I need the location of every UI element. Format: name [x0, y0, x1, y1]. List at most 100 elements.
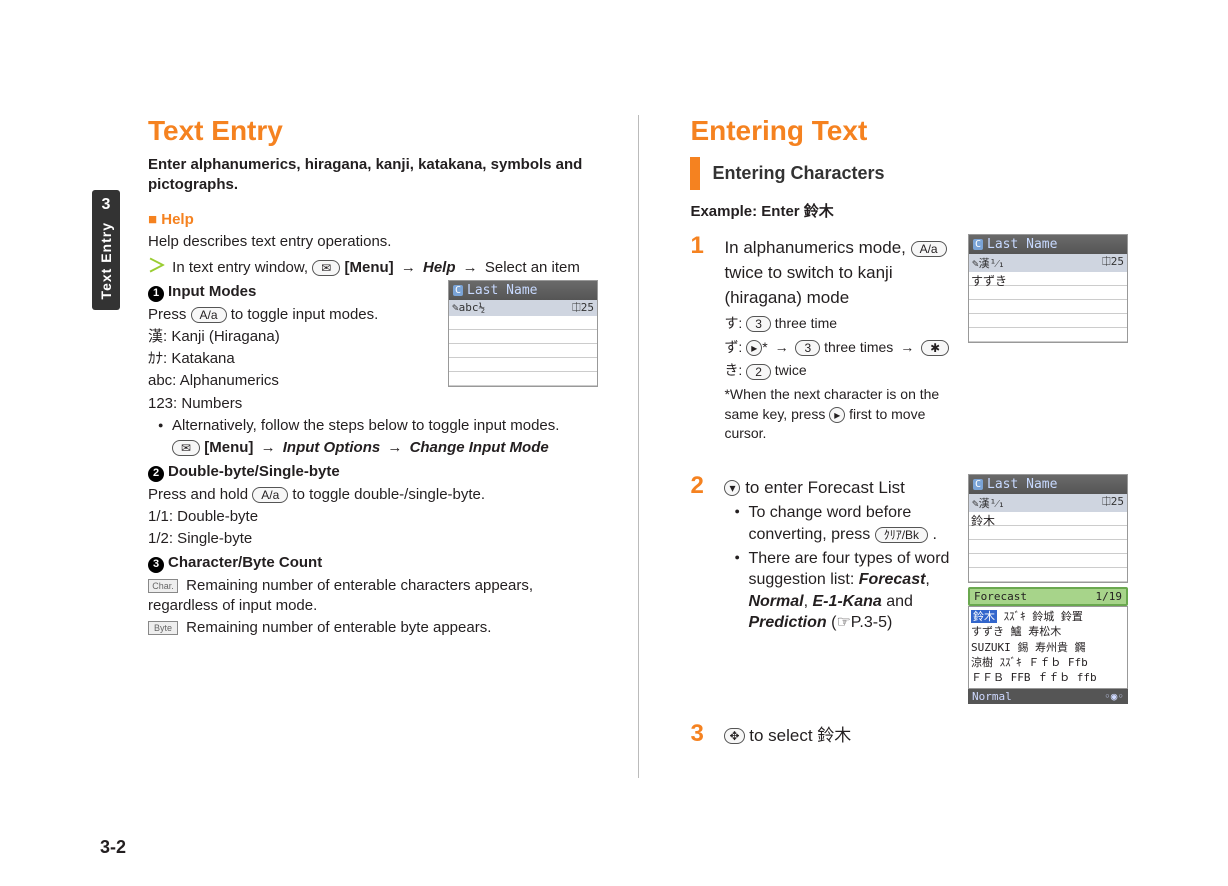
screen-line: [969, 540, 1127, 554]
footer-normal: Normal: [972, 690, 1012, 703]
chapter-label: Text Entry: [98, 222, 114, 299]
screen-line: [969, 286, 1127, 300]
arrow-icon: →: [387, 438, 402, 458]
step-1-note: *When the next character is on the same …: [724, 385, 954, 444]
screen-icon: C: [973, 479, 983, 490]
screen-line: [449, 316, 597, 330]
byte-count-icon: Byte: [148, 621, 178, 635]
step-1-body: In alphanumerics mode, A/a twice to swit…: [724, 234, 954, 445]
page-content: Text Entry Enter alphanumerics, hiragana…: [148, 115, 1128, 778]
alt-step-path: ✉ [Menu] → Input Options → Change Input …: [148, 438, 586, 458]
screen-typed-text: 鈴木: [969, 512, 1127, 526]
mode-key-icon: A/a: [191, 307, 227, 323]
forecast-list: 鈴木 ｽｽﾞｷ 鈴城 鈴置 すずき 鱸 寿松木 SUZUKI 錫 寿州貴 鐊 涼…: [968, 606, 1128, 689]
char-count-icon: Char.: [148, 579, 178, 593]
forecast-header: Forecast 1/19: [968, 587, 1128, 606]
screen-char-count: ⎅25: [1102, 255, 1124, 271]
arrow-icon: →: [775, 338, 789, 358]
footer-nav-icon: ◦◉◦: [1104, 690, 1124, 703]
key-3: 3: [746, 316, 771, 332]
forecast-row: ＦＦＢ FFB ｆｆｂ ffb: [971, 670, 1125, 685]
arrow-icon: →: [401, 258, 416, 278]
forecast-row: 涼樹 ｽｽﾞｷ Ｆｆｂ Ffb: [971, 655, 1125, 670]
step-3-body: ✥ to select 鈴木: [724, 722, 1128, 751]
step-1: 1 In alphanumerics mode, A/a twice to sw…: [690, 234, 1128, 445]
alt-steps: Alternatively, follow the steps below to…: [148, 416, 586, 436]
screen-icon: C: [973, 239, 983, 250]
step-1-sub-su: す: 3 three time: [724, 314, 954, 334]
screen-char-count: ⎅25: [572, 301, 594, 315]
double-byte-line: Press and hold A/a to toggle double-/sin…: [148, 485, 586, 505]
screen-line: [969, 328, 1127, 342]
mail-key-icon: ✉: [312, 260, 340, 276]
screen-line: [449, 372, 597, 386]
screen-typed-text: すずき: [969, 272, 1127, 286]
column-divider: [638, 115, 639, 778]
help-step-line: In text entry window, ✉ [Menu] → Help → …: [148, 254, 586, 278]
screen-footer: Normal ◦◉◦: [968, 689, 1128, 704]
mode-numbers: 123: Numbers: [148, 394, 586, 414]
help-description: Help describes text entry operations.: [148, 232, 586, 252]
arrow-icon: →: [261, 438, 276, 458]
step-1-sub-zu: ず: ▸* → 3 three times → ✱: [724, 338, 954, 358]
mode-key-icon: A/a: [911, 241, 947, 257]
phone-screen-preview: CLast Name ✎abc½⎅25: [448, 280, 598, 387]
forecast-row: すずき 鱸 寿松木: [971, 624, 1125, 639]
screen-line: [449, 344, 597, 358]
forecast-row: 鈴木 ｽｽﾞｷ 鈴城 鈴置: [971, 609, 1125, 624]
screen-title: Last Name: [987, 237, 1057, 252]
mode-key-icon: A/a: [252, 487, 288, 503]
screen-title: Last Name: [467, 283, 537, 298]
chapter-number: 3: [102, 196, 111, 214]
byte-1-2: 1/2: Single-byte: [148, 529, 586, 549]
step-1-main: In alphanumerics mode, A/a twice to swit…: [724, 236, 954, 310]
step-1-sub-ki: き: 2 twice: [724, 361, 954, 381]
step-2-body: ▾ to enter Forecast List To change word …: [724, 474, 954, 704]
step-number: 1: [690, 234, 710, 445]
byte-1-1: 1/1: Double-byte: [148, 507, 586, 527]
nav-key-icon: ✥: [724, 728, 744, 744]
screen-line: [969, 554, 1127, 568]
screen-title: Last Name: [987, 477, 1057, 492]
clear-key-icon: ｸﾘｱ/Bk: [875, 527, 928, 543]
left-heading: Text Entry: [148, 115, 586, 147]
forecast-row: SUZUKI 錫 寿州貴 鐊: [971, 640, 1125, 655]
phone-screen-step1: C Last Name ✎漢¹⁄₁ ⎅25 すずき: [968, 234, 1128, 445]
right-heading: Entering Text: [690, 115, 1128, 147]
screen-char-count: ⎅25: [1102, 495, 1124, 511]
right-key-icon: ▸: [746, 340, 762, 356]
forecast-label: Forecast: [974, 590, 1027, 603]
forecast-selected: 鈴木: [971, 610, 997, 623]
phone-screen-step2: CLast Name ✎漢¹⁄₁⎅25 鈴木 Forecast 1/19 鈴木 …: [968, 474, 1128, 704]
page-number: 3-2: [100, 837, 126, 858]
step-number: 3: [690, 722, 710, 751]
screen-line: [449, 358, 597, 372]
left-column: Text Entry Enter alphanumerics, hiragana…: [148, 115, 586, 778]
screen-line: [449, 330, 597, 344]
char-count-line: Char. Remaining number of enterable char…: [148, 576, 586, 617]
arrow-icon: →: [463, 258, 478, 278]
step-number: 2: [690, 474, 710, 704]
left-intro: Enter alphanumerics, hiragana, kanji, ka…: [148, 155, 586, 196]
key-2: 2: [746, 364, 771, 380]
right-column: Entering Text Entering Characters Exampl…: [690, 115, 1128, 778]
step-2-bullets: To change word before converting, press …: [724, 502, 954, 634]
key-star: ✱: [921, 340, 949, 356]
step-2-bullet-1: To change word before converting, press …: [734, 502, 954, 545]
example-line: Example: Enter 鈴木: [690, 202, 1128, 222]
screen-mode-indicator: ✎漢¹⁄₁: [972, 255, 1005, 271]
step-3-main: ✥ to select 鈴木: [724, 724, 1128, 749]
screen-line: [969, 314, 1127, 328]
section-bar: Entering Characters: [690, 157, 1128, 190]
screen-line: [969, 568, 1127, 582]
step-2-main: ▾ to enter Forecast List: [724, 476, 954, 501]
screen-mode-indicator: ✎abc½: [452, 301, 485, 315]
step-2: 2 ▾ to enter Forecast List To change wor…: [690, 474, 1128, 704]
key-3: 3: [795, 340, 820, 356]
chapter-tab: 3 Text Entry: [92, 190, 120, 310]
double-byte-heading: 2Double-byte/Single-byte: [148, 462, 586, 482]
right-key-icon: ▸: [829, 407, 845, 423]
byte-count-line: Byte Remaining number of enterable byte …: [148, 618, 586, 638]
alt-step-intro: Alternatively, follow the steps below to…: [158, 416, 586, 436]
step-3: 3 ✥ to select 鈴木: [690, 722, 1128, 751]
